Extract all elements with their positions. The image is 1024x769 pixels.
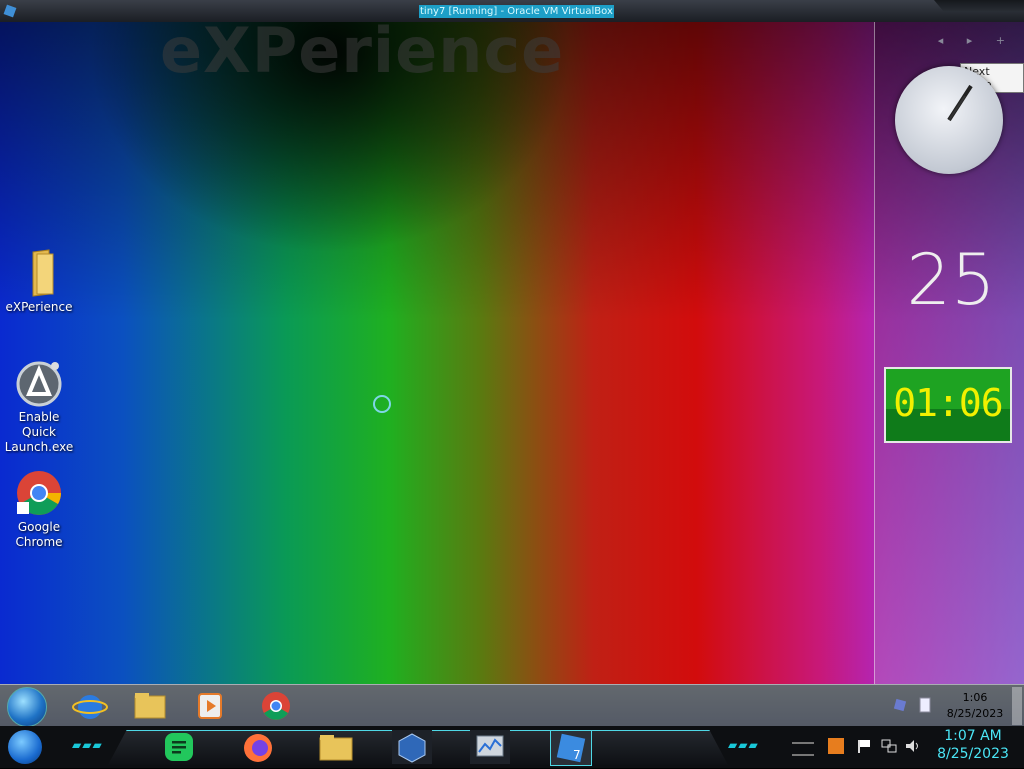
desktop-icon-label: Enable Quick Launch.exe (4, 410, 74, 454)
calendar-gadget-day[interactable]: 25 (906, 240, 996, 320)
firefox-icon (244, 734, 272, 762)
taskbar-file-explorer[interactable] (130, 688, 170, 724)
desktop-icon-label: eXPerience (5, 300, 73, 314)
tray-app-icon[interactable] (828, 738, 844, 754)
taskbar-virtualbox[interactable] (392, 730, 432, 764)
window-title: tiny7 [Running] - Oracle VM VirtualBox (419, 5, 614, 18)
loading-cursor-icon (373, 395, 391, 413)
action-center-flag-icon[interactable] (856, 738, 874, 754)
show-hidden-icons-button[interactable] (792, 742, 814, 756)
desktop-icon-experience[interactable]: eXPerience (0, 248, 78, 315)
desktop-icon-label: Google Chrome (15, 520, 63, 549)
volume-icon[interactable] (904, 738, 922, 754)
digital-clock-gadget[interactable]: 01:06 (884, 367, 1012, 443)
taskbar-firefox[interactable] (238, 730, 278, 764)
notes-app-icon (165, 733, 193, 761)
virtualbox-icon (398, 733, 426, 763)
taskbar-file-explorer-host[interactable] (316, 730, 356, 764)
desktop-icon-google-chrome[interactable]: Google Chrome (0, 468, 78, 550)
show-desktop-button[interactable] (1012, 687, 1022, 725)
start-button[interactable] (7, 687, 47, 727)
chrome-icon (15, 468, 63, 518)
title-bar-controls[interactable] (934, 0, 1024, 12)
taskbar-internet-explorer[interactable] (70, 688, 110, 724)
windows7-vm-icon: 7 (556, 733, 586, 763)
taskbar-media-player[interactable] (190, 688, 230, 724)
svg-text:7: 7 (573, 748, 581, 762)
taskbar-decoration: ▰▰▰ (728, 738, 759, 752)
folder-icon (15, 248, 63, 298)
digital-clock-time: 01:06 (893, 381, 1003, 425)
app-exe-icon (15, 358, 63, 408)
wallpaper-watermark: eXPerience (160, 22, 565, 87)
virtualbox-icon (3, 3, 17, 18)
host-taskbar: ▰▰▰ 7 ▰▰▰ 1:07 AM 8/25/2023 (0, 726, 1024, 768)
file-explorer-icon (319, 735, 353, 761)
host-date: 8/25/2023 (937, 746, 1009, 762)
taskbar-chrome[interactable] (256, 688, 296, 724)
desktop-icon-enable-quick-launch[interactable]: Enable Quick Launch.exe (0, 358, 78, 455)
file-explorer-icon (134, 693, 166, 719)
tray-time: 1:06 (962, 691, 988, 704)
sidebar-controls[interactable]: ◂ ▸ + (938, 34, 1015, 47)
internet-explorer-icon (72, 695, 108, 719)
host-time: 1:07 AM (944, 728, 1002, 744)
vm-desktop[interactable]: eXPerience eXPerience Enable Quick Launc… (0, 22, 1024, 684)
tray-virtualbox-icon[interactable] (892, 697, 908, 713)
taskbar-windows7-vm[interactable]: 7 (550, 730, 592, 766)
tray-clock[interactable]: 1:06 8/25/2023 (930, 690, 1020, 722)
taskbar-decoration: ▰▰▰ (72, 738, 103, 752)
taskbar-resource-monitor[interactable] (470, 730, 510, 764)
analog-clock-gadget[interactable] (895, 66, 1003, 174)
taskbar-notes-app[interactable] (160, 730, 200, 764)
host-start-button[interactable] (8, 730, 42, 764)
clock-face-icon (947, 84, 973, 122)
host-window-titlebar[interactable]: tiny7 [Running] - Oracle VM VirtualBox (0, 0, 1024, 23)
vm-taskbar: 1:06 8/25/2023 (0, 684, 1024, 727)
network-icon[interactable] (880, 738, 898, 754)
tray-date: 8/25/2023 (946, 707, 1004, 720)
media-player-icon (198, 693, 222, 719)
chrome-icon (262, 692, 290, 720)
host-clock[interactable]: 1:07 AM 8/25/2023 (928, 727, 1018, 763)
resource-monitor-icon (476, 735, 504, 757)
